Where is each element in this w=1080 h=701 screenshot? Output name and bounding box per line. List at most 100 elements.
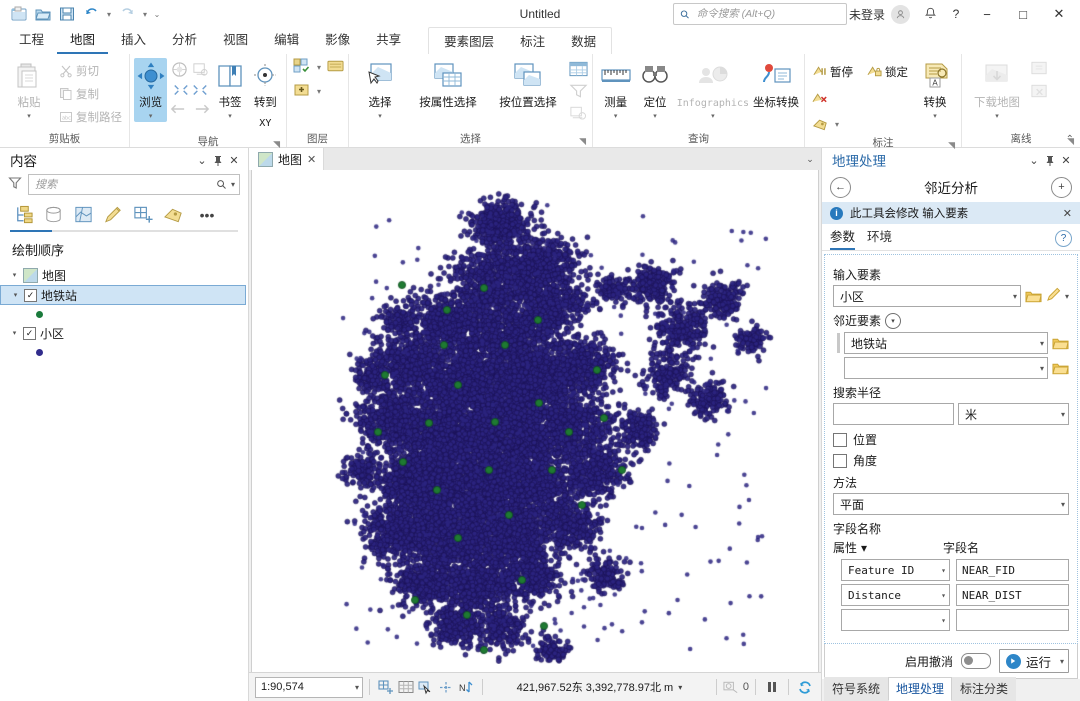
tab-geoprocessing[interactable]: 地理处理 bbox=[888, 677, 953, 701]
customize-qat-icon[interactable]: ⌄ bbox=[152, 10, 162, 19]
labeling-dialog-launcher-icon[interactable]: ◥ bbox=[948, 137, 955, 153]
tool-help-icon[interactable]: ? bbox=[1055, 229, 1072, 247]
full-extent-icon[interactable] bbox=[171, 61, 188, 81]
coordinate-units-dropdown-icon[interactable]: ▾ bbox=[678, 683, 682, 692]
location-checkbox-row[interactable]: 位置 bbox=[833, 431, 1069, 448]
chevron-down-icon[interactable]: ▾ bbox=[1037, 364, 1044, 373]
tab-parameters[interactable]: 参数 bbox=[830, 226, 856, 250]
remove-labels-button[interactable] bbox=[809, 87, 911, 109]
refresh-icon[interactable] bbox=[795, 677, 815, 697]
back-icon[interactable]: ← bbox=[830, 176, 851, 198]
list-by-editing-icon[interactable] bbox=[100, 203, 126, 227]
collapse-ribbon-icon[interactable]: ⌃ bbox=[1066, 134, 1074, 145]
tree-item-map[interactable]: ▾ 地图 bbox=[0, 265, 248, 285]
map-tab-list-icon[interactable]: ⌄ bbox=[799, 148, 821, 170]
scale-dropdown-icon[interactable]: ▾ bbox=[355, 683, 359, 692]
tab-project[interactable]: 工程 bbox=[6, 26, 57, 54]
tab-feature-layer[interactable]: 要素图层 bbox=[431, 28, 507, 54]
tab-share[interactable]: 共享 bbox=[363, 26, 414, 54]
tab-map[interactable]: 地图 bbox=[57, 26, 109, 54]
search-radius-unit-dropdown[interactable]: 米 ▾ bbox=[958, 403, 1069, 425]
search-radius-input[interactable] bbox=[833, 403, 954, 425]
filter-icon[interactable] bbox=[8, 176, 22, 193]
zoom-to-selection-icon[interactable] bbox=[569, 105, 588, 124]
geoprocessing-pin-icon[interactable] bbox=[1042, 152, 1058, 168]
explore-dropdown-icon[interactable]: ▾ bbox=[149, 113, 153, 120]
zoom-out-fixed-icon[interactable] bbox=[192, 83, 208, 100]
convert-dropdown-icon[interactable]: ▾ bbox=[933, 113, 937, 120]
chevron-down-icon[interactable]: ▾ bbox=[938, 616, 946, 625]
chevron-down-icon[interactable]: ▾ bbox=[938, 591, 946, 600]
avatar[interactable] bbox=[891, 4, 910, 24]
layer-visibility-checkbox[interactable]: ✓ bbox=[24, 288, 37, 302]
add-to-favorites-icon[interactable]: + bbox=[1051, 176, 1072, 198]
expand-arrow-icon[interactable]: ▾ bbox=[11, 291, 20, 299]
copy-path-button[interactable]: abc 复制路径 bbox=[56, 106, 125, 128]
cut-button[interactable]: 剪切 bbox=[56, 60, 125, 82]
next-view-icon[interactable] bbox=[194, 103, 211, 118]
crosshair-icon[interactable] bbox=[436, 677, 456, 697]
label-style-dropdown-icon[interactable]: ▾ bbox=[832, 120, 842, 129]
goto-xy-button[interactable]: 转到 XY bbox=[249, 58, 282, 134]
select-dropdown-icon[interactable]: ▾ bbox=[378, 113, 382, 120]
tab-labeling[interactable]: 标注 bbox=[507, 28, 558, 54]
select-by-attributes-button[interactable]: 按属性选择 bbox=[409, 58, 487, 114]
run-dropdown-icon[interactable]: ▾ bbox=[1056, 657, 1064, 666]
measure-button[interactable]: 测量 ▾ bbox=[597, 58, 634, 122]
list-by-drawing-order-icon[interactable] bbox=[10, 203, 36, 227]
map-tab-close-icon[interactable]: ✕ bbox=[307, 153, 316, 166]
attribute-dropdown-3[interactable]: ▾ bbox=[841, 609, 950, 631]
zoom-in-fixed-icon[interactable] bbox=[173, 83, 189, 100]
expand-arrow-icon[interactable]: ▾ bbox=[10, 329, 19, 337]
method-dropdown[interactable]: 平面 ▾ bbox=[833, 493, 1069, 515]
list-by-selection-icon[interactable] bbox=[70, 203, 96, 227]
fieldname-input-3[interactable] bbox=[956, 609, 1069, 631]
contents-search-box[interactable]: ▾ bbox=[28, 174, 240, 195]
close-button[interactable]: ✕ bbox=[1042, 1, 1076, 27]
tab-symbology[interactable]: 符号系统 bbox=[824, 677, 889, 701]
angle-checkbox[interactable] bbox=[833, 453, 847, 468]
add-graphics-dropdown-icon[interactable]: ▾ bbox=[314, 87, 324, 96]
geoprocessing-menu-icon[interactable]: ⌄ bbox=[1026, 152, 1042, 168]
browse-folder-icon[interactable] bbox=[1052, 336, 1069, 351]
map-canvas[interactable] bbox=[252, 170, 808, 664]
field-names-expand-icon[interactable]: ▾ bbox=[861, 541, 867, 555]
tree-item-community[interactable]: ▾ ✓ 小区 bbox=[0, 323, 248, 343]
new-project-icon[interactable] bbox=[8, 4, 30, 24]
command-search-box[interactable] bbox=[672, 3, 847, 25]
help-icon[interactable]: ? bbox=[944, 3, 968, 25]
open-project-icon[interactable] bbox=[32, 4, 54, 24]
input-features-dropdown[interactable]: 小区 ▾ bbox=[833, 285, 1021, 307]
more-options-icon[interactable]: ••• bbox=[194, 203, 220, 227]
list-by-snapping-icon[interactable] bbox=[130, 203, 156, 227]
enable-undo-toggle[interactable] bbox=[960, 653, 991, 669]
save-project-icon[interactable] bbox=[56, 4, 78, 24]
paste-dropdown-icon[interactable]: ▾ bbox=[27, 113, 31, 120]
add-graphics-layer-icon[interactable] bbox=[293, 81, 311, 101]
previous-extent-icon[interactable] bbox=[192, 61, 209, 81]
pause-labeling-button[interactable]: 暂停 bbox=[809, 61, 856, 83]
contents-search-input[interactable] bbox=[33, 177, 212, 192]
browse-folder-icon[interactable] bbox=[1025, 289, 1042, 304]
tab-data[interactable]: 数据 bbox=[558, 28, 609, 54]
notifications-icon[interactable] bbox=[918, 3, 942, 25]
locate-dropdown-icon[interactable]: ▾ bbox=[653, 113, 657, 120]
add-data-dropdown-icon[interactable]: ▾ bbox=[314, 63, 324, 72]
near-features-dropdown-1[interactable]: 地铁站 ▾ bbox=[844, 332, 1048, 354]
chevron-down-icon[interactable]: ▾ bbox=[1058, 500, 1065, 509]
tab-insert[interactable]: 插入 bbox=[108, 26, 159, 54]
tab-environments[interactable]: 环境 bbox=[867, 226, 892, 250]
browse-folder-icon[interactable] bbox=[1052, 361, 1069, 376]
dismiss-message-icon[interactable]: ✕ bbox=[1063, 207, 1072, 220]
previous-view-icon[interactable] bbox=[169, 103, 186, 118]
download-map-button[interactable]: 下载地图 ▾ bbox=[966, 58, 1028, 122]
select-by-filter-icon[interactable] bbox=[569, 83, 588, 102]
redo-dropdown-icon[interactable]: ▾ bbox=[140, 10, 150, 19]
minimize-button[interactable]: − bbox=[970, 1, 1004, 27]
convert-labels-button[interactable]: A 转换 ▾ bbox=[913, 58, 957, 122]
contents-pin-icon[interactable] bbox=[210, 152, 226, 168]
contents-search-dropdown-icon[interactable]: ▾ bbox=[231, 180, 235, 189]
north-arrow-icon[interactable]: N bbox=[456, 677, 476, 697]
selection-dialog-launcher-icon[interactable]: ◥ bbox=[579, 133, 586, 149]
maximize-button[interactable]: □ bbox=[1006, 1, 1040, 27]
